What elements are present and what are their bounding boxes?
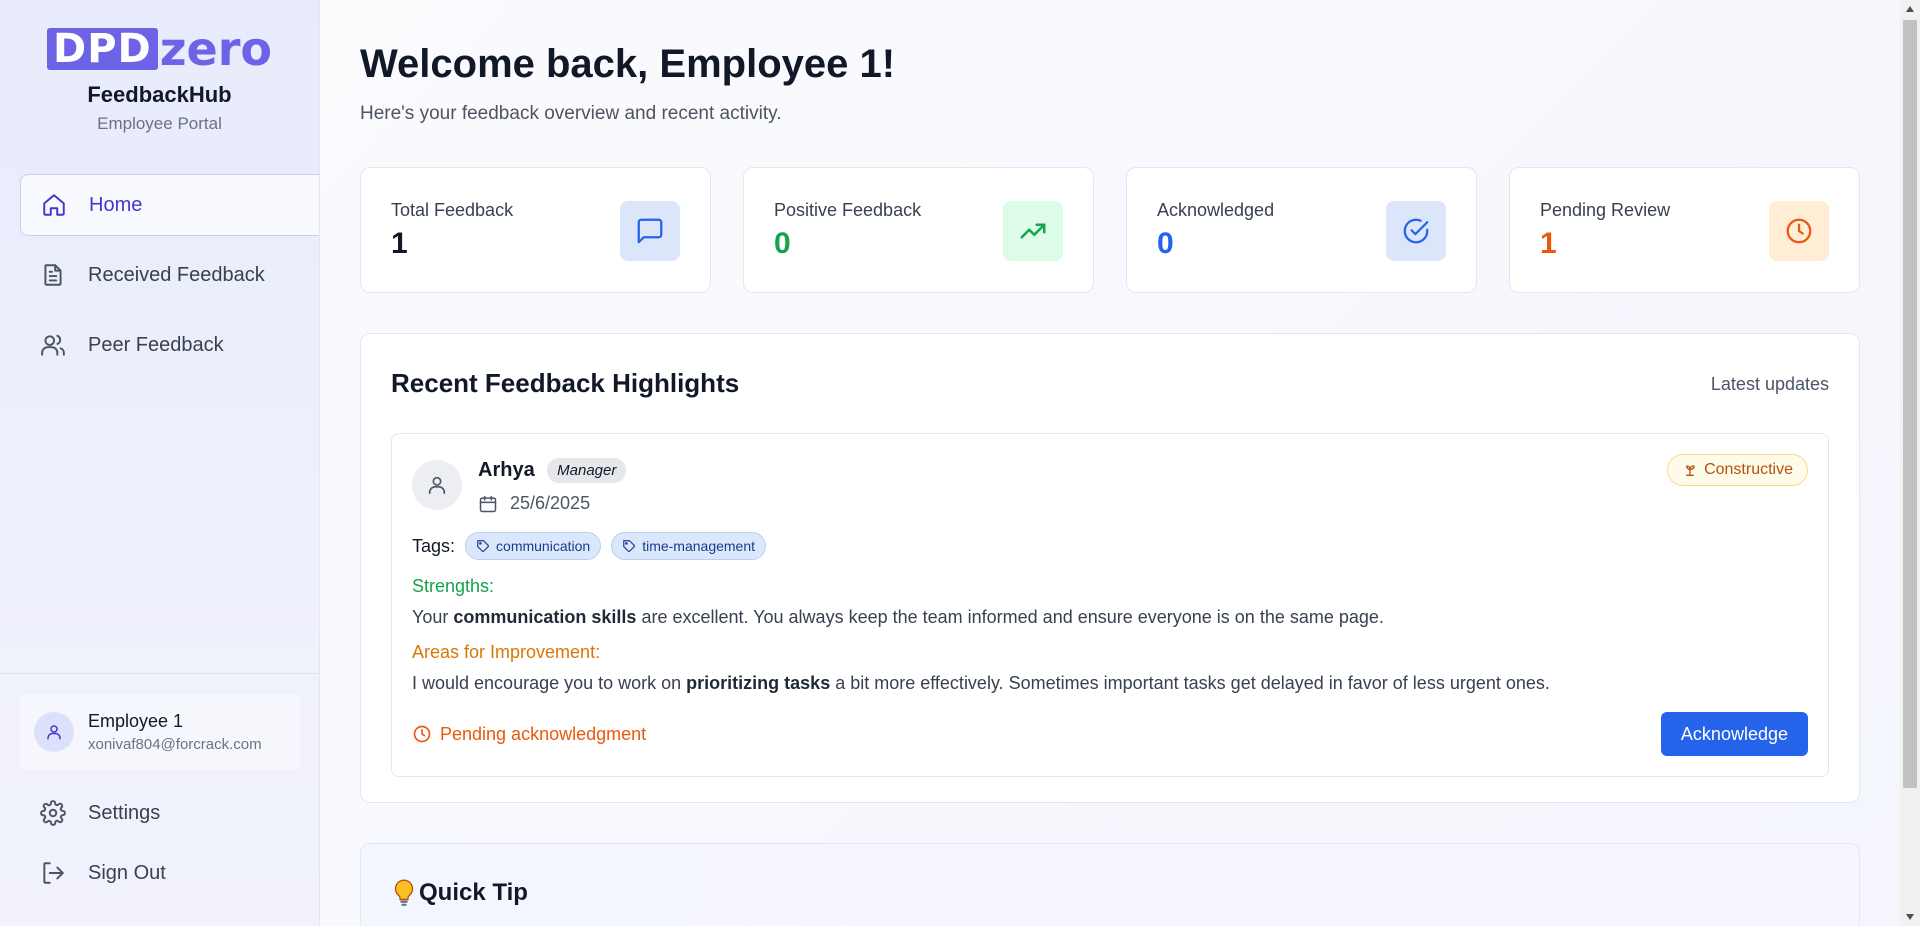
role-badge: Manager [547, 458, 627, 483]
badge-text: Constructive [1704, 461, 1793, 478]
lightbulb-icon [391, 878, 419, 908]
constructive-badge: Constructive [1667, 454, 1808, 486]
date-text: 25/6/2025 [510, 493, 591, 513]
strengths-text-post: are excellent. You always keep the team … [636, 607, 1384, 627]
check-circle-icon [1386, 201, 1446, 261]
improvement-text-bold: prioritizing tasks [686, 673, 831, 693]
recent-feedback-panel: Recent Feedback Highlights Latest update… [360, 333, 1860, 803]
reviewer-name: Arhya [478, 459, 535, 481]
pending-status: Pending acknowledgment [412, 724, 646, 745]
message-square-icon [620, 201, 680, 261]
sign-out-link[interactable]: Sign Out [40, 860, 166, 886]
tag-communication[interactable]: communication [465, 532, 602, 560]
stats-row: Total Feedback 1 Positive Feedback 0 Ack… [360, 167, 1860, 293]
dpdzero-logo: DPD zero [47, 26, 272, 72]
pending-text: Pending acknowledgment [440, 723, 647, 744]
latest-updates-label: Latest updates [1710, 374, 1829, 394]
tag-text: communication [496, 538, 591, 554]
settings-link[interactable]: Settings [40, 800, 160, 826]
tag-icon [476, 539, 496, 553]
vertical-scrollbar[interactable] [1900, 0, 1920, 926]
scroll-down-arrow-icon[interactable] [1900, 908, 1920, 926]
tags-label: Tags: [412, 535, 456, 556]
improvement-text-pre: I would encourage you to work on [412, 673, 687, 693]
tag-icon [622, 539, 642, 553]
sidebar-item-peer-feedback[interactable]: Peer Feedback [20, 314, 319, 376]
sprout-icon [1682, 462, 1704, 478]
sidebar: DPD zero FeedbackHub Employee Portal Hom… [0, 0, 320, 926]
logo-dpd-text: DPD [47, 28, 158, 70]
feedback-card: Arhya Manager 25/6/2025 Constructive Tag… [391, 433, 1829, 777]
strengths-text-bold: communication skills [453, 607, 637, 627]
sidebar-nav: Home Received Feedback Peer Feedback [0, 174, 319, 376]
user-email: xonivaf804@forcrack.com [88, 736, 262, 753]
scroll-up-arrow-icon[interactable] [1900, 0, 1920, 18]
users-icon [40, 332, 66, 358]
stat-card-positive-feedback: Positive Feedback 0 [743, 167, 1094, 293]
user-name: Employee 1 [88, 711, 184, 731]
home-icon [41, 192, 67, 218]
strengths-label: Strengths: [412, 576, 495, 596]
panel-title: Recent Feedback Highlights [391, 368, 740, 398]
sidebar-item-label: Peer Feedback [88, 333, 224, 356]
stat-card-acknowledged: Acknowledged 0 [1126, 167, 1477, 293]
reviewer-avatar [412, 460, 462, 510]
feedback-footer: Pending acknowledgment Acknowledge [412, 712, 1808, 756]
calendar-icon [478, 494, 510, 514]
settings-label: Settings [88, 801, 161, 824]
tags-row: Tags: communication time-management [412, 532, 1808, 560]
sidebar-item-label: Received Feedback [88, 263, 265, 286]
brand: DPD zero FeedbackHub Employee Portal [0, 0, 319, 134]
main-content: Welcome back, Employee 1! Here's your fe… [320, 0, 1900, 926]
log-out-icon [40, 860, 66, 886]
document-icon [40, 262, 66, 288]
quick-tip-text: Quick Tip [419, 879, 528, 906]
sign-out-label: Sign Out [88, 861, 166, 884]
strengths-text: Your communication skills are excellent.… [412, 607, 1808, 628]
scrollbar-thumb[interactable] [1903, 20, 1917, 788]
sidebar-item-label: Home [89, 193, 143, 216]
sidebar-item-received-feedback[interactable]: Received Feedback [20, 244, 319, 306]
quick-tip-panel: Quick Tip [360, 843, 1860, 926]
clock-icon [1769, 201, 1829, 261]
sidebar-item-home[interactable]: Home [20, 174, 319, 236]
improvement-label: Areas for Improvement: [412, 642, 601, 662]
clock-icon [412, 724, 440, 744]
tag-time-management[interactable]: time-management [611, 532, 767, 560]
improvement-text: I would encourage you to work on priorit… [412, 673, 1808, 694]
user-avatar [34, 712, 74, 752]
app-subtitle: Employee Portal [97, 114, 222, 133]
gear-icon [40, 800, 66, 826]
app-name: FeedbackHub [87, 82, 232, 107]
acknowledge-button[interactable]: Acknowledge [1660, 712, 1808, 756]
stat-card-total-feedback: Total Feedback 1 [360, 167, 711, 293]
strengths-text-pre: Your [412, 607, 454, 627]
trending-up-icon [1003, 201, 1063, 261]
stat-card-pending-review: Pending Review 1 [1509, 167, 1860, 293]
sidebar-divider [0, 673, 320, 674]
user-card: Employee 1 xonivaf804@forcrack.com [20, 694, 300, 770]
quick-tip-title: Quick Tip [391, 878, 1829, 908]
page-title: Welcome back, Employee 1! [360, 42, 896, 86]
feedback-date: 25/6/2025 [478, 493, 626, 514]
logo-zero-text: zero [159, 22, 272, 76]
improvement-text-post: a bit more effectively. Sometimes import… [830, 673, 1550, 693]
tag-text: time-management [642, 538, 756, 554]
page-subtitle: Here's your feedback overview and recent… [360, 103, 782, 124]
